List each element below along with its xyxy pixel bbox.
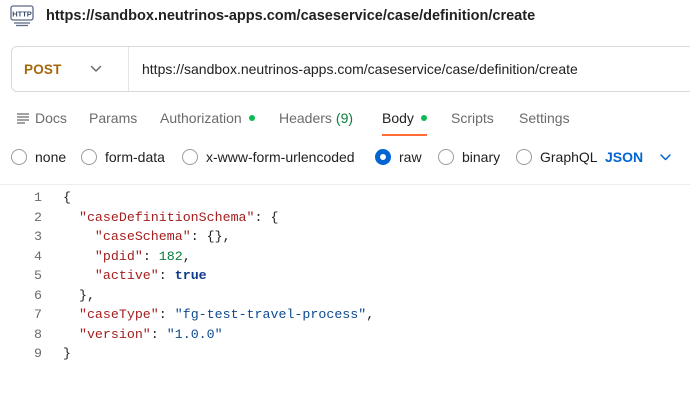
json-key: "caseDefinitionSchema"	[78, 209, 255, 225]
json-key: "caseSchema"	[94, 229, 191, 244]
radio-circle	[81, 149, 97, 165]
radio-graphql-label: GraphQL	[540, 149, 598, 165]
request-title[interactable]: https://sandbox.neutrinos-apps.com/cases…	[46, 8, 535, 24]
json-value: {}	[206, 229, 223, 244]
tab-params-label: Params	[89, 110, 138, 126]
http-icon: HTTP	[10, 5, 34, 27]
tab-params[interactable]: Params	[89, 104, 137, 132]
brace: },	[78, 287, 95, 303]
radio-circle	[11, 149, 27, 165]
radio-raw-label: raw	[399, 149, 422, 165]
line-number: 9	[34, 346, 42, 361]
brace: }	[63, 346, 71, 361]
line-number: 2	[34, 209, 42, 225]
code-line: 5 "active": true	[0, 266, 690, 285]
tab-scripts[interactable]: Scripts	[451, 104, 494, 132]
radio-form-data-label: form-data	[105, 149, 165, 165]
line-number: 8	[34, 326, 42, 342]
radio-none[interactable]: none	[11, 146, 66, 168]
code-editor[interactable]: 1 { 2 "caseDefinitionSchema": { 3 "caseS…	[0, 188, 690, 400]
line-number: 7	[34, 307, 42, 322]
request-tabs: Docs Params Authorization Headers (9) Bo…	[0, 104, 690, 136]
radio-graphql[interactable]: GraphQL	[516, 146, 598, 168]
code-line: 2 "caseDefinitionSchema": {	[0, 208, 690, 227]
tab-docs[interactable]: Docs	[17, 104, 67, 132]
line-number: 5	[34, 268, 42, 283]
tab-settings[interactable]: Settings	[519, 104, 570, 132]
line-number: 4	[34, 248, 42, 264]
brace: {	[63, 190, 71, 205]
radio-form-data[interactable]: form-data	[81, 146, 165, 168]
raw-language-label: JSON	[605, 149, 644, 165]
json-number: 182	[158, 248, 183, 264]
code-line: 4 "pdid": 182,	[0, 247, 690, 266]
method-label: POST	[24, 61, 62, 77]
code-text: {	[63, 190, 71, 205]
code-text: "caseSchema": {},	[94, 229, 231, 244]
tab-authorization-label: Authorization	[160, 110, 242, 126]
url-input[interactable]	[129, 47, 690, 91]
json-boolean: true	[174, 268, 207, 283]
code-text: "active": true	[94, 268, 207, 283]
tab-headers-label: Headers	[279, 110, 332, 126]
json-key: "caseType"	[78, 307, 159, 322]
tab-docs-label: Docs	[35, 110, 67, 126]
method-select[interactable]: POST	[12, 47, 129, 91]
radio-none-label: none	[35, 149, 67, 165]
code-line: 8 "version": "1.0.0"	[0, 325, 690, 344]
code-line: 7 "caseType": "fg-test-travel-process",	[0, 305, 690, 324]
code-text: }	[63, 346, 71, 361]
request-url-bar: POST	[11, 46, 690, 92]
line-number: 3	[34, 229, 42, 244]
line-number: 6	[34, 287, 42, 303]
tab-headers[interactable]: Headers (9)	[279, 104, 353, 132]
divider	[0, 184, 690, 185]
code-line: 3 "caseSchema": {},	[0, 227, 690, 246]
radio-binary-label: binary	[462, 149, 501, 165]
code-text: "pdid": 182,	[94, 248, 191, 264]
radio-circle-selected	[375, 149, 391, 165]
radio-x-www-form-urlencoded[interactable]: x-www-form-urlencoded	[182, 146, 355, 168]
radio-circle	[182, 149, 198, 165]
tab-body[interactable]: Body	[382, 104, 427, 136]
radio-raw[interactable]: raw	[375, 146, 422, 168]
tab-settings-label: Settings	[519, 110, 570, 126]
code-line: 1 {	[0, 188, 690, 207]
json-string: "fg-test-travel-process"	[174, 307, 367, 322]
chevron-down-icon	[660, 153, 671, 161]
headers-count: (9)	[335, 110, 354, 126]
radio-circle	[438, 149, 454, 165]
raw-language-select[interactable]: JSON	[605, 146, 671, 168]
code-text: },	[63, 288, 95, 303]
json-key: "active"	[94, 268, 159, 283]
body-type-options: none form-data x-www-form-urlencoded raw…	[0, 146, 690, 168]
request-title-bar: HTTP https://sandbox.neutrinos-apps.com/…	[10, 4, 535, 28]
svg-text:HTTP: HTTP	[12, 10, 32, 19]
line-number: 1	[34, 190, 42, 205]
code-line: 6 },	[0, 286, 690, 305]
radio-circle	[516, 149, 532, 165]
docs-icon	[17, 112, 29, 124]
tab-scripts-label: Scripts	[451, 110, 494, 126]
json-key: "version"	[78, 326, 151, 342]
code-text: "version": "1.0.0"	[78, 326, 223, 342]
code-text: "caseType": "fg-test-travel-process",	[78, 307, 375, 322]
status-dot	[248, 115, 255, 121]
radio-urlencoded-label: x-www-form-urlencoded	[206, 149, 355, 165]
json-string: "1.0.0"	[166, 326, 223, 342]
status-dot	[420, 115, 427, 121]
radio-binary[interactable]: binary	[438, 146, 500, 168]
tab-authorization[interactable]: Authorization	[160, 104, 255, 132]
code-text: "caseDefinitionSchema": {	[78, 209, 279, 225]
tab-body-label: Body	[382, 110, 414, 126]
json-key: "pdid"	[94, 248, 143, 264]
code-line: 9 }	[0, 344, 690, 363]
chevron-down-icon	[90, 65, 102, 73]
